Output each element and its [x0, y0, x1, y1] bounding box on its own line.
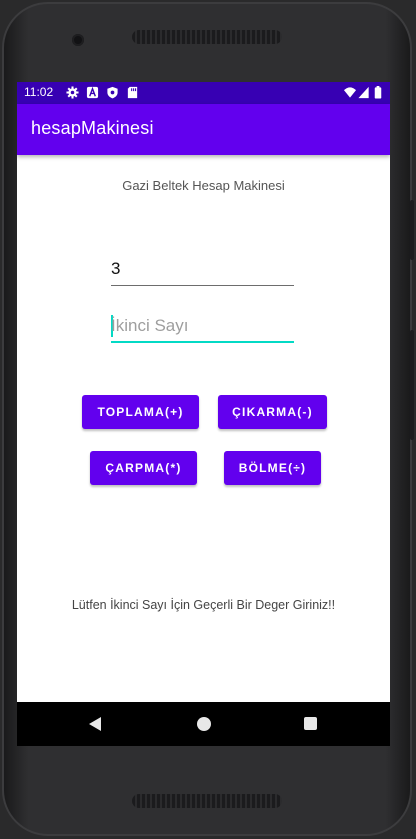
first-number-value: 3 [111, 259, 121, 278]
page-subtitle: Gazi Beltek Hesap Makinesi [122, 178, 285, 193]
status-bar: 11:02 [17, 82, 390, 104]
second-number-input[interactable]: İkinci Sayı [111, 311, 294, 343]
shield-icon [107, 86, 118, 99]
multiply-button[interactable]: ÇARPMA(*) [90, 451, 197, 485]
sd-card-icon [127, 86, 138, 99]
divide-button[interactable]: BÖLME(÷) [224, 451, 321, 485]
subtract-button[interactable]: ÇIKARMA(-) [218, 395, 327, 429]
validation-message: Lütfen İkinci Sayı İçin Geçerli Bir Dege… [71, 598, 336, 612]
back-icon[interactable] [89, 717, 101, 731]
front-camera [72, 34, 84, 46]
status-time: 11:02 [24, 85, 54, 99]
bottom-speaker-grille [132, 794, 282, 808]
device-screen: 11:02 hesapMakinesi Gazi Beltek Hesap Ma… [17, 82, 390, 746]
battery-icon [374, 86, 382, 99]
first-number-underline [111, 285, 294, 286]
app-bar: hesapMakinesi [17, 104, 390, 155]
first-number-input[interactable]: 3 [111, 254, 294, 286]
recents-icon[interactable] [304, 717, 317, 730]
wifi-icon [343, 87, 357, 98]
a-badge-icon [86, 86, 99, 99]
volume-button [410, 200, 414, 260]
add-button[interactable]: TOPLAMA(+) [82, 395, 199, 429]
navigation-bar [17, 702, 390, 746]
gear-icon [66, 86, 79, 99]
power-button [410, 330, 414, 440]
second-number-placeholder: İkinci Sayı [111, 316, 189, 335]
app-title: hesapMakinesi [31, 118, 154, 138]
signal-icon [358, 86, 369, 99]
top-speaker-grille [132, 30, 282, 44]
home-icon[interactable] [197, 717, 211, 731]
second-number-underline [111, 341, 294, 343]
